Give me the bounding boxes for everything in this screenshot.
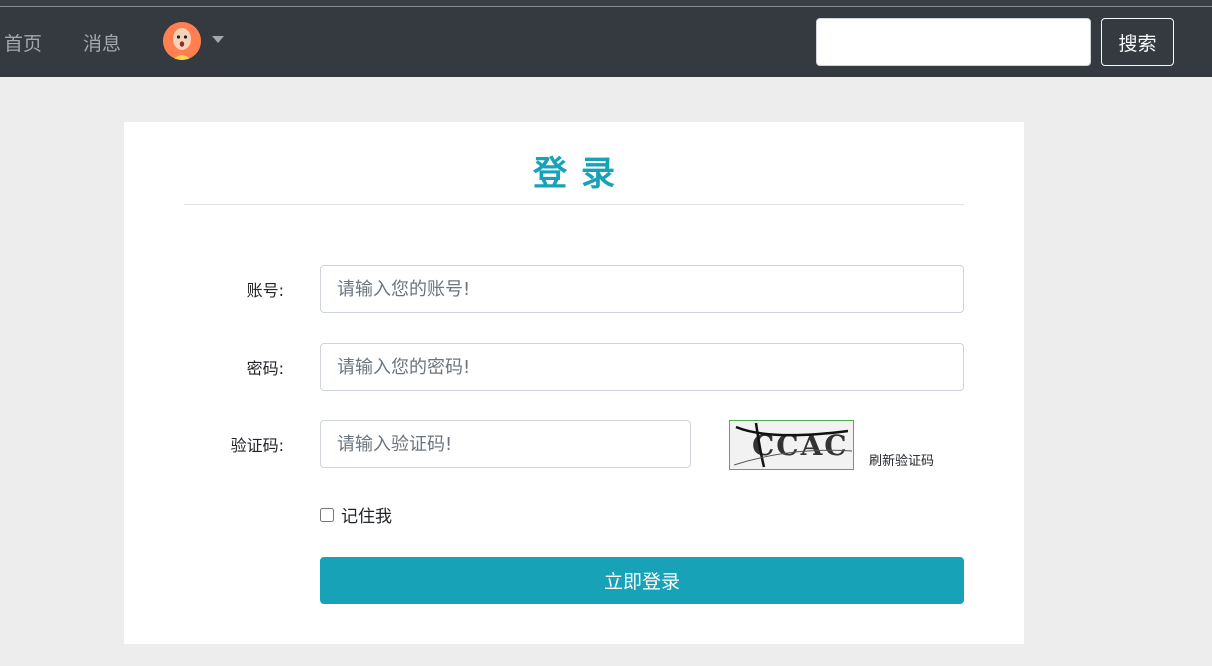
title-divider	[184, 204, 964, 205]
search-input[interactable]	[816, 18, 1091, 66]
remember-me-label: 记住我	[341, 507, 392, 527]
search-button[interactable]: 搜索	[1101, 18, 1174, 66]
refresh-captcha-link[interactable]: 刷新验证码	[869, 450, 934, 469]
account-label: 账号:	[246, 281, 284, 300]
user-avatar[interactable]	[163, 22, 201, 60]
captcha-label: 验证码:	[230, 436, 284, 455]
password-input[interactable]	[320, 343, 964, 391]
captcha-input[interactable]	[320, 420, 691, 468]
account-input[interactable]	[320, 265, 964, 313]
window-top-border	[0, 0, 1212, 7]
nav-messages-link[interactable]: 消息	[83, 29, 121, 56]
login-submit-button[interactable]: 立即登录	[320, 557, 964, 604]
nav-home-link[interactable]: 首页	[4, 29, 42, 56]
login-card: 登录 账号: 密码: 验证码: CCAC 刷新验证码 记住我 立即登录	[124, 122, 1024, 644]
captcha-image[interactable]: CCAC	[729, 420, 854, 470]
remember-me-checkbox[interactable]	[320, 507, 334, 522]
chevron-down-icon[interactable]	[212, 36, 224, 43]
captcha-noise-lines	[733, 422, 853, 468]
remember-me[interactable]: 记住我	[320, 502, 392, 527]
avatar-face-icon	[163, 22, 201, 60]
login-title: 登录	[533, 154, 629, 194]
top-navbar: 首页 消息 搜索	[0, 7, 1212, 77]
password-label: 密码:	[246, 359, 284, 378]
